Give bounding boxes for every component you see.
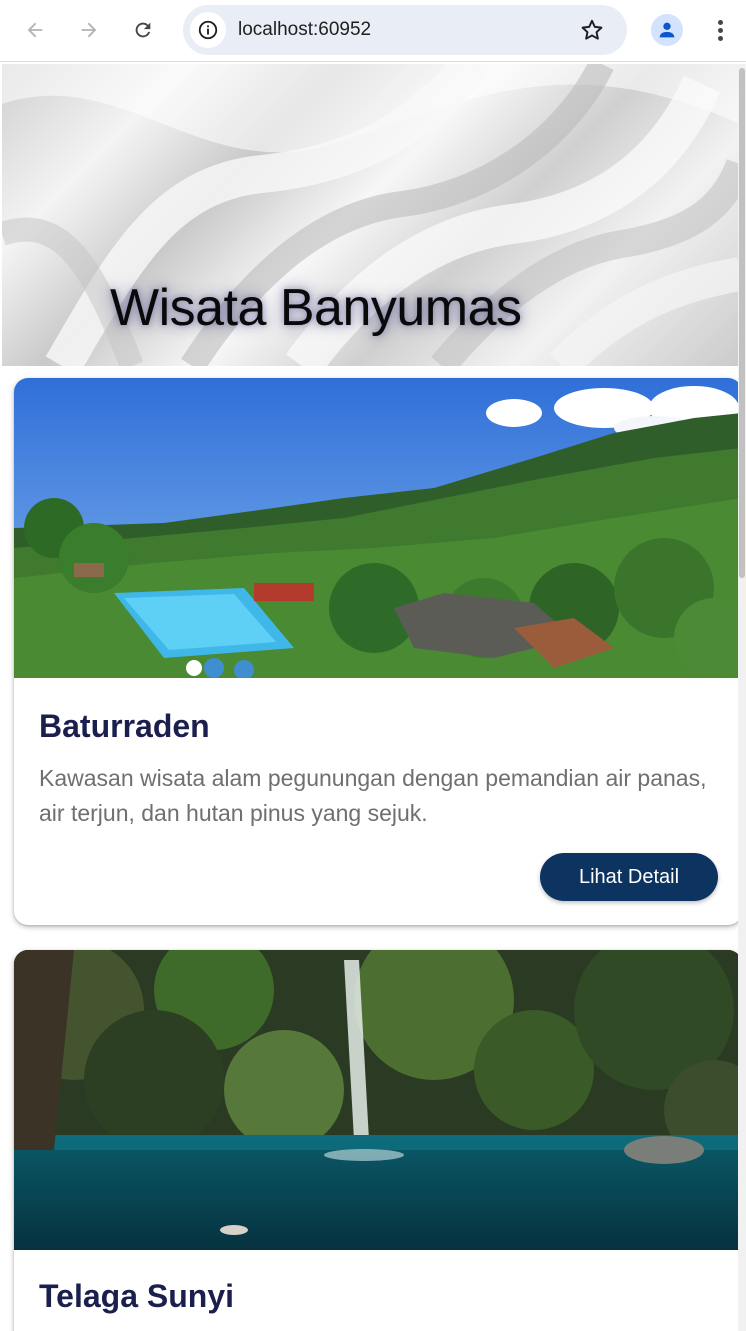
page-header: Wisata Banyumas <box>2 64 740 366</box>
destination-photo <box>14 378 742 678</box>
page-title: Wisata Banyumas <box>110 279 522 337</box>
more-menu-icon[interactable] <box>706 14 734 46</box>
site-info-icon[interactable] <box>190 12 226 48</box>
destination-card: Telaga Sunyi <box>14 950 742 1331</box>
destination-photo <box>14 950 742 1250</box>
address-bar[interactable]: localhost:60952 <box>183 5 627 55</box>
url-text[interactable]: localhost:60952 <box>238 19 371 41</box>
browser-toolbar: localhost:60952 <box>0 0 746 62</box>
view-detail-button[interactable]: Lihat Detail <box>540 853 718 901</box>
back-arrow-icon[interactable] <box>18 13 52 47</box>
destination-description: Kawasan wisata alam pegunungan dengan pe… <box>39 765 707 826</box>
destination-name: Telaga Sunyi <box>39 1278 235 1314</box>
forward-arrow-icon[interactable] <box>72 13 106 47</box>
page-viewport: Wisata Banyumas Baturraden Kawasan wisat… <box>2 64 746 1331</box>
destination-name: Baturraden <box>39 708 210 744</box>
destination-card: Baturraden Kawasan wisata alam pegununga… <box>14 378 742 925</box>
reload-icon[interactable] <box>126 13 160 47</box>
scrollbar-thumb[interactable] <box>739 68 745 578</box>
bookmark-star-icon[interactable] <box>579 17 605 43</box>
page-scrollbar[interactable] <box>738 64 746 1331</box>
profile-icon[interactable] <box>651 14 683 46</box>
